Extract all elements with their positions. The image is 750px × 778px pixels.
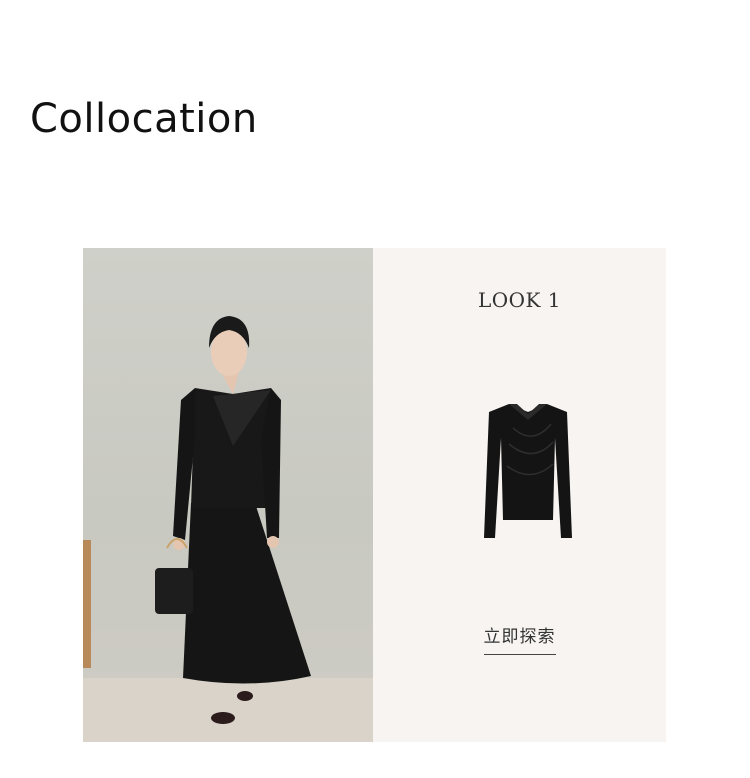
product-panel: LOOK 1 立即探索 [373, 248, 666, 742]
explore-button[interactable]: 立即探索 [483, 622, 556, 655]
look-card: LOOK 1 立即探索 [83, 248, 666, 742]
model-outfit-photo[interactable] [83, 248, 373, 742]
black-wrap-top-icon[interactable] [473, 398, 583, 548]
look-label: LOOK 1 [477, 288, 562, 312]
section-title: Collocation [30, 96, 258, 142]
model-photo-illustration [83, 316, 373, 742]
